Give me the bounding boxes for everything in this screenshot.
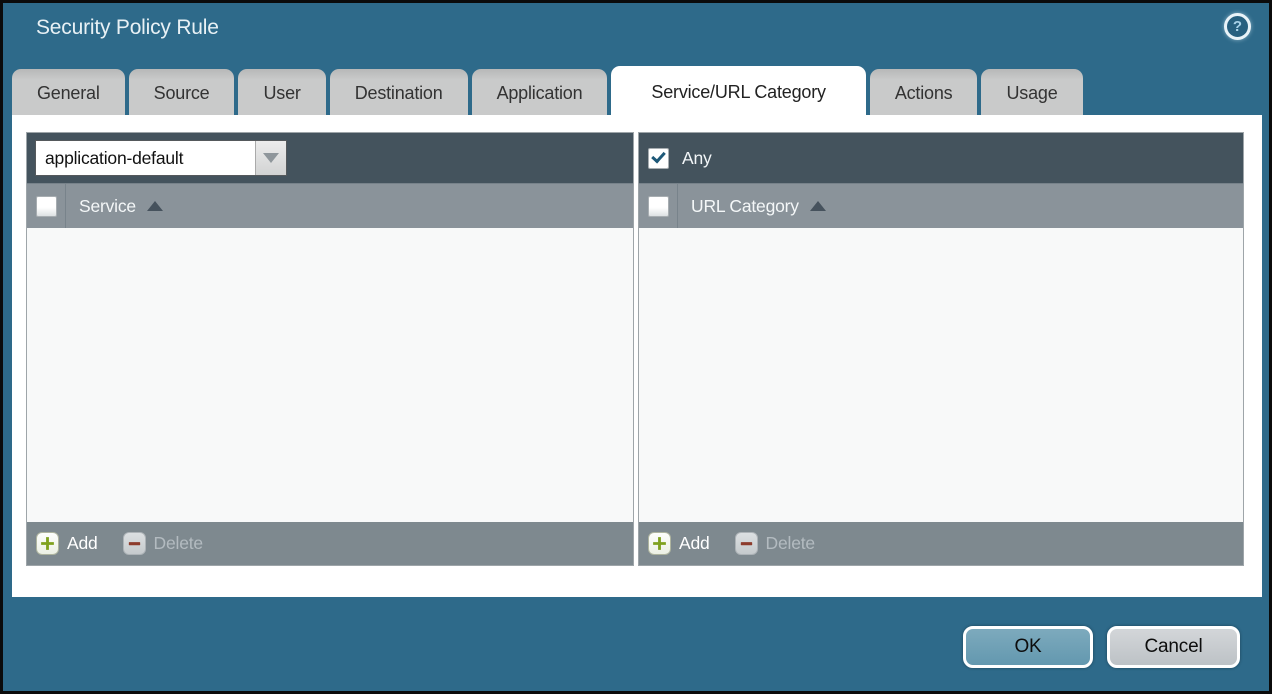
- sort-ascending-icon[interactable]: [147, 201, 163, 211]
- tab-source[interactable]: Source: [129, 69, 235, 118]
- tab-actions[interactable]: Actions: [870, 69, 978, 118]
- any-label: Any: [682, 148, 712, 169]
- plus-icon: [36, 532, 59, 555]
- service-type-dropdown-value[interactable]: application-default: [36, 141, 255, 175]
- service-add-button[interactable]: Add: [36, 532, 98, 555]
- service-column-header[interactable]: Service: [27, 183, 633, 228]
- url-category-select-all-cell: [639, 184, 678, 228]
- service-column-label: Service: [79, 196, 136, 217]
- plus-icon: [648, 532, 671, 555]
- ok-button[interactable]: OK: [963, 626, 1093, 668]
- security-policy-rule-dialog: Security Policy Rule ? General Source Us…: [0, 0, 1272, 694]
- tab-service-url-category[interactable]: Service/URL Category: [611, 66, 865, 118]
- tab-usage[interactable]: Usage: [981, 69, 1082, 118]
- tab-user[interactable]: User: [238, 69, 325, 118]
- any-checkbox[interactable]: [648, 148, 669, 169]
- service-panel-footer: Add Delete: [27, 522, 633, 565]
- url-category-column-header[interactable]: URL Category: [639, 183, 1243, 228]
- minus-icon: [735, 532, 758, 555]
- minus-icon: [123, 532, 146, 555]
- url-category-select-all-checkbox[interactable]: [648, 196, 669, 217]
- url-category-delete-button[interactable]: Delete: [735, 532, 815, 555]
- checkmark-icon: [651, 148, 666, 163]
- sort-ascending-icon[interactable]: [810, 201, 826, 211]
- service-type-dropdown[interactable]: application-default: [35, 140, 287, 176]
- tab-general[interactable]: General: [12, 69, 125, 118]
- page-title: Security Policy Rule: [36, 16, 219, 40]
- service-select-all-cell: [27, 184, 66, 228]
- url-category-list: [639, 228, 1243, 522]
- help-icon[interactable]: ?: [1224, 13, 1251, 40]
- service-panel-header: application-default: [27, 133, 633, 183]
- service-select-all-checkbox[interactable]: [36, 196, 57, 217]
- service-type-dropdown-button[interactable]: [255, 141, 286, 175]
- url-category-panel-header: Any: [639, 133, 1243, 183]
- service-delete-button[interactable]: Delete: [123, 532, 203, 555]
- url-category-panel: Any URL Category Add: [638, 132, 1244, 566]
- service-panel: application-default Service: [26, 132, 634, 566]
- url-category-add-button[interactable]: Add: [648, 532, 710, 555]
- url-category-column-label: URL Category: [691, 196, 799, 217]
- tab-application[interactable]: Application: [472, 69, 608, 118]
- tab-content: application-default Service: [12, 115, 1262, 597]
- cancel-button[interactable]: Cancel: [1107, 626, 1240, 668]
- chevron-down-icon: [263, 153, 279, 163]
- url-category-panel-footer: Add Delete: [639, 522, 1243, 565]
- tab-bar: General Source User Destination Applicat…: [12, 66, 1083, 118]
- service-list: [27, 228, 633, 522]
- tab-destination[interactable]: Destination: [330, 69, 468, 118]
